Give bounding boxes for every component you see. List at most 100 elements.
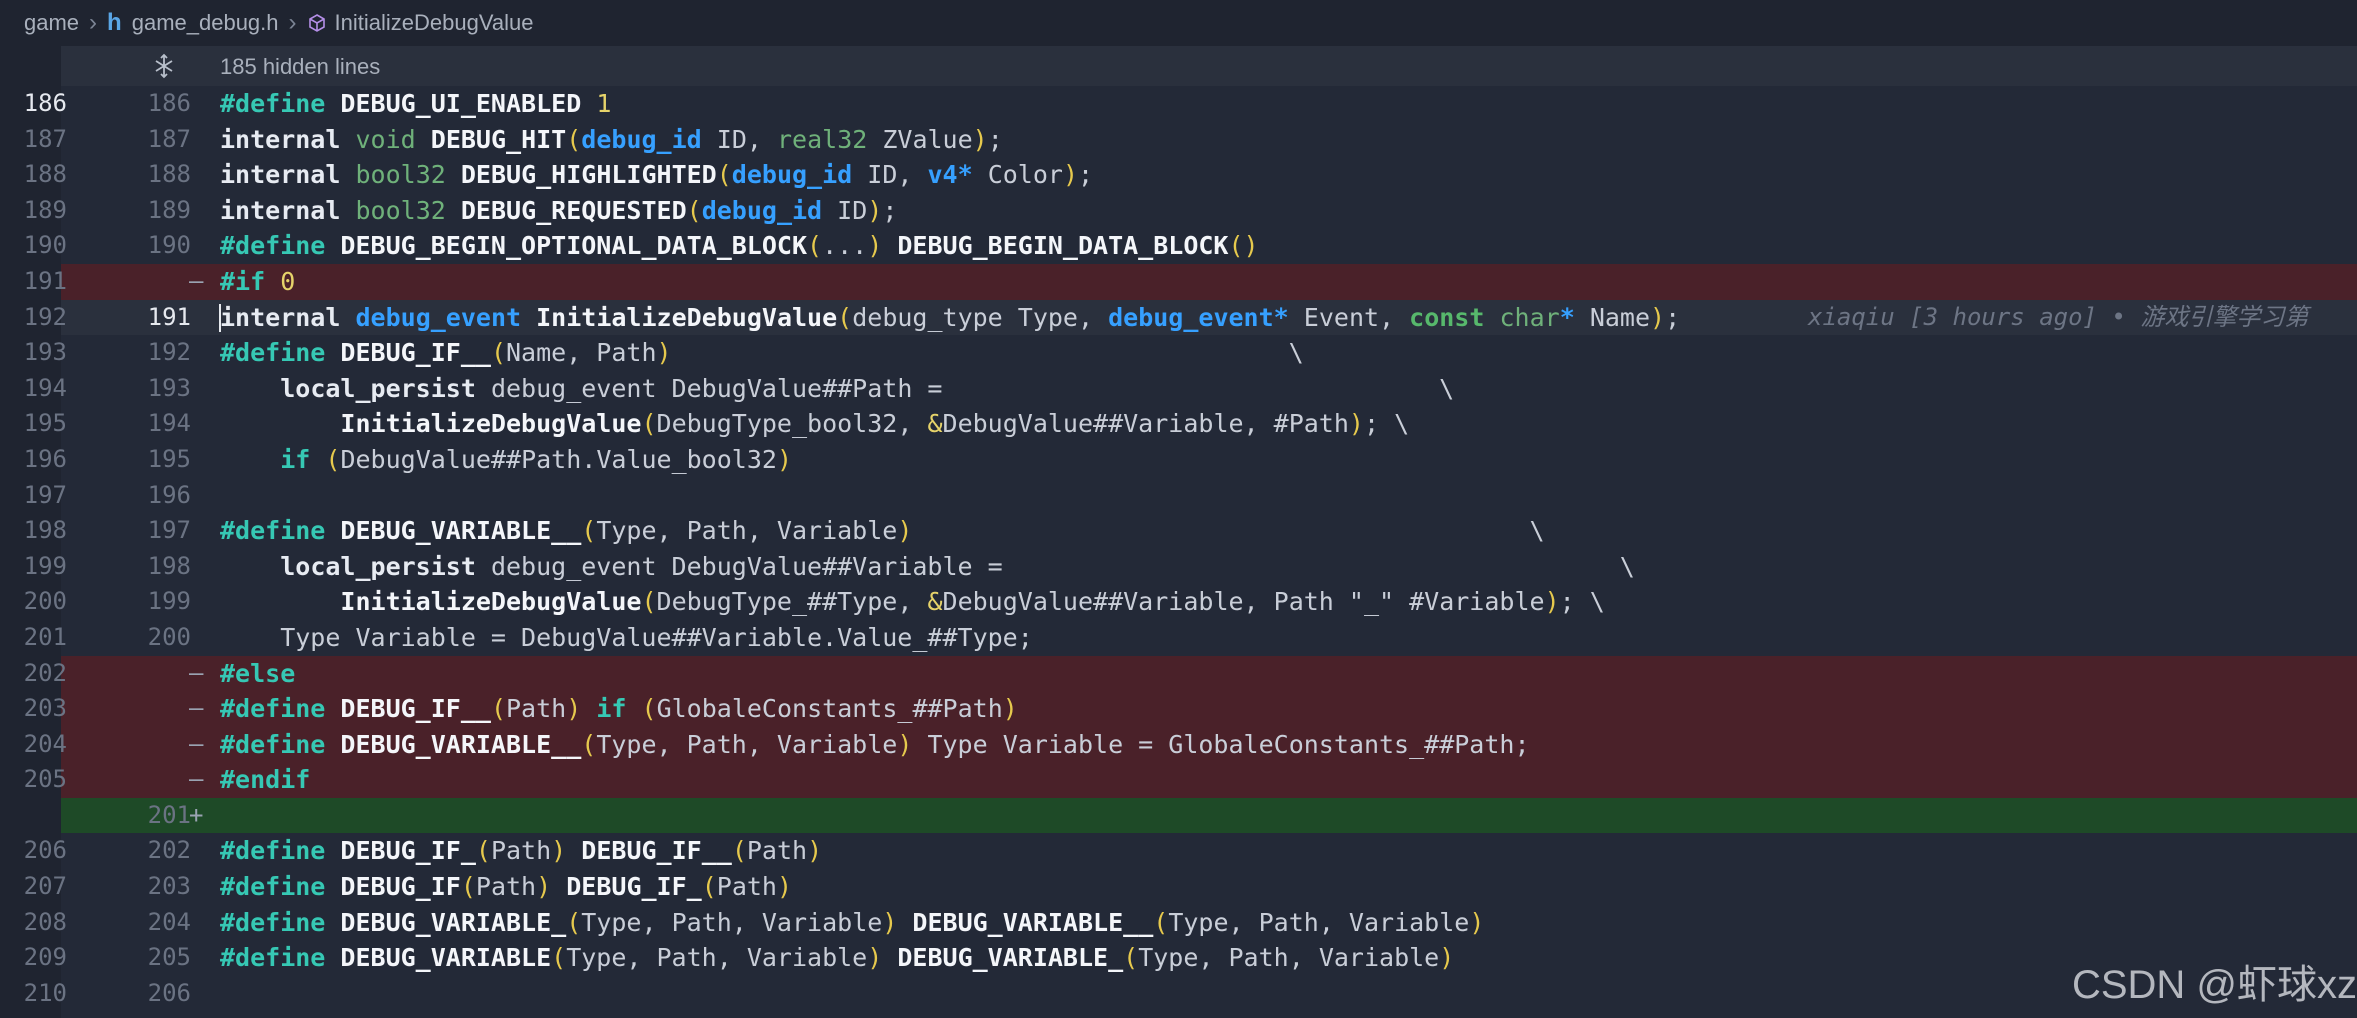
code-token: #define [220, 516, 326, 546]
code-token: ) [1002, 694, 1018, 724]
unfold-icon[interactable] [151, 53, 177, 85]
code-line[interactable]: 200 199 InitializeDebugValue(DebugType_##… [24, 584, 2357, 620]
code-token: if [596, 694, 627, 724]
code-token: Type Variable = GlobaleConstants_##Path; [912, 729, 1530, 759]
code-line[interactable]: 197 196 [24, 478, 2357, 514]
code-line[interactable]: 201 + [61, 797, 2357, 834]
code-token: InitializeDebugValue [340, 409, 642, 439]
breadcrumb-item-symbol[interactable]: InitializeDebugValue [307, 10, 533, 36]
code-token: ( [701, 872, 717, 902]
breadcrumb-item-file[interactable]: h game_debug.h [107, 9, 278, 37]
code-token: DEBUG_IF__ [340, 338, 491, 368]
code-line[interactable]: 203— #define DEBUG_IF__(Path) if (Globale… [24, 691, 2357, 727]
code-text: #define DEBUG_VARIABLE__(Type, Path, Var… [220, 727, 1530, 763]
code-line[interactable]: 198 197 #define DEBUG_VARIABLE__(Type, Pat… [24, 513, 2357, 549]
code-token: DebugType_##Type, [656, 587, 928, 617]
new-line-number: 202 [147, 836, 191, 865]
code-line[interactable]: 210 206 [24, 976, 2357, 1012]
code-token: Type, Path, Variable [596, 516, 898, 546]
code-line[interactable]: 201 200 Type Variable = DebugValue##Varia… [24, 620, 2357, 656]
code-text: internal debug_event InitializeDebugValu… [220, 300, 1680, 336]
code-line[interactable]: 187 187 internal void DEBUG_HIT(debug_id I… [24, 122, 2357, 158]
breadcrumb-label: game_debug.h [131, 10, 279, 35]
code-token: #define [220, 907, 326, 937]
code-line[interactable]: 189 189 internal bool32 DEBUG_REQUESTED(de… [24, 193, 2357, 229]
old-line-number: 195 [23, 409, 67, 438]
code-line[interactable]: 199 198 local_persist debug_event DebugVa… [24, 549, 2357, 585]
breadcrumb-item-game[interactable]: game [24, 10, 79, 36]
code-token: ) [777, 872, 793, 902]
code-text: local_persist debug_event DebugValue##Pa… [220, 371, 1454, 407]
code-token: Name, Path [506, 338, 657, 368]
code-token: ( [475, 836, 491, 866]
code-token: ( [566, 124, 582, 154]
code-line[interactable]: 188 188 internal bool32 DEBUG_HIGHLIGHTED(… [24, 157, 2357, 193]
code-token: internal [220, 302, 341, 332]
code-token: debug_event DebugValue##Path = \ [475, 373, 1455, 403]
code-text: #define DEBUG_VARIABLE__(Type, Path, Var… [220, 513, 1545, 549]
code-token: ; [1078, 160, 1094, 190]
diff-editor[interactable]: 185 hidden lines 186 186 #define DEBUG_UI_… [24, 46, 2357, 1018]
code-token: ( [686, 195, 702, 225]
code-line[interactable]: 191 — #if 0 [24, 263, 2357, 300]
code-line[interactable]: 190 190 #define DEBUG_BEGIN_OPTIONAL_DATA_… [24, 228, 2357, 264]
code-token: DEBUG_VARIABLE__ [340, 729, 582, 759]
code-token: ( [641, 587, 657, 617]
code-token: internal [220, 195, 341, 225]
new-line-number: 188 [147, 160, 191, 189]
code-line[interactable]: 206 202 #define DEBUG_IF_(Path) DEBUG_IF__… [24, 833, 2357, 869]
code-text: if (DebugValue##Path.Value_bool32) [220, 442, 792, 478]
code-token: debug_event DebugValue##Variable = \ [475, 551, 1635, 581]
code-token: #define [220, 943, 326, 973]
code-text: #if 0 [220, 264, 295, 300]
code-token: DEBUG_HIGHLIGHTED [460, 160, 717, 190]
code-token: DEBUG_IF [340, 872, 461, 902]
code-token: ; [1665, 302, 1681, 332]
code-line[interactable]: 205 — #endif [24, 762, 2357, 798]
code-line[interactable]: 207 203 #define DEBUG_IF(Path) DEBUG_IF_(P… [24, 869, 2357, 905]
code-line[interactable]: 194 193 local_persist debug_event DebugVa… [24, 371, 2357, 407]
code-line[interactable]: 186 186 #define DEBUG_UI_ENABLED 1 [24, 86, 2357, 122]
code-line[interactable]: 202 — #else [24, 655, 2357, 692]
code-line[interactable]: 209 205 #define DEBUG_VARIABLE(Type, Path,… [24, 940, 2357, 976]
code-text: local_persist debug_event DebugValue##Va… [220, 549, 1635, 585]
code-token: ) [972, 124, 988, 154]
code-line[interactable]: 208 204 #define DEBUG_VARIABLE_(Type, Path… [24, 905, 2357, 941]
code-token: ) [1439, 943, 1455, 973]
code-token: v4* [927, 160, 973, 190]
code-token: #define [220, 338, 326, 368]
removed-marker: — [189, 694, 204, 723]
old-line-number: 203 [23, 694, 67, 723]
code-line[interactable]: 204 — #define DEBUG_VARIABLE__(Type, Path,… [24, 726, 2357, 763]
code-token: Path [475, 872, 537, 902]
code-line[interactable]: 193 192 #define DEBUG_IF__(Name, Path) \ [24, 335, 2357, 371]
code-token: debug_event [355, 302, 522, 332]
code-token: DEBUG_VARIABLE_ [340, 907, 567, 937]
code-line[interactable]: 196 195 if (DebugValue##Path.Value_bool32… [24, 442, 2357, 478]
code-token: DEBUG_VARIABLE__ [912, 907, 1154, 937]
hidden-lines-bar[interactable]: 185 hidden lines [61, 46, 2357, 86]
code-token: ) [1469, 907, 1485, 937]
old-line-number: 197 [23, 480, 67, 509]
removed-marker: — [189, 729, 204, 758]
code-token: internal [220, 124, 341, 154]
code-token: & [927, 587, 943, 617]
code-line[interactable]: 195 194 InitializeDebugValue(DebugType_bo… [24, 406, 2357, 442]
code-token: Path [746, 836, 808, 866]
code-token: Type, Path, Variable [566, 943, 868, 973]
code-line[interactable]: 192 191 internal debug_event InitializeDeb… [24, 299, 2357, 336]
old-line-number: 207 [23, 872, 67, 901]
new-line-number: 186 [147, 89, 191, 117]
code-token: ( [581, 729, 597, 759]
